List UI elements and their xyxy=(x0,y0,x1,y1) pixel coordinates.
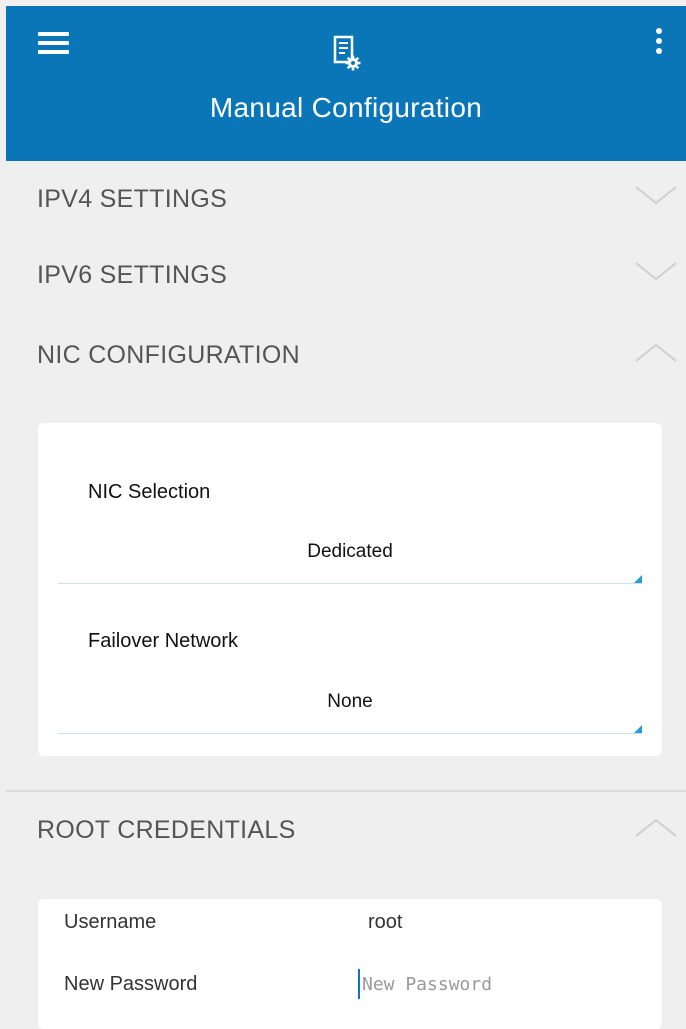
dropdown-underline xyxy=(58,733,642,734)
failover-network-label: Failover Network xyxy=(88,630,239,652)
dropdown-arrow-icon xyxy=(634,725,642,733)
failover-network-dropdown[interactable]: None xyxy=(38,673,662,734)
new-password-input[interactable] xyxy=(358,969,642,999)
document-settings-icon xyxy=(333,35,361,71)
failover-network-value: None xyxy=(327,691,373,712)
section-ipv4-header[interactable]: IPV4 SETTINGS xyxy=(6,161,686,239)
section-nic-header[interactable]: NIC CONFIGURATION xyxy=(6,313,686,393)
nic-selection-value: Dedicated xyxy=(307,541,393,562)
nic-selection-dropdown[interactable]: Dedicated xyxy=(38,523,662,584)
vertical-dots-icon[interactable] xyxy=(656,28,662,56)
chevron-up-icon[interactable] xyxy=(634,339,678,367)
chevron-down-icon[interactable] xyxy=(634,181,678,209)
new-password-label: New Password xyxy=(64,973,198,995)
credentials-card: Username root New Password xyxy=(38,899,662,1029)
section-ipv6-header[interactable]: IPV6 SETTINGS xyxy=(6,237,686,315)
app-header: Manual Configuration xyxy=(6,6,686,161)
section-root-credentials: ROOT CREDENTIALS Username root New Passw… xyxy=(6,792,686,1029)
page-title: Manual Configuration xyxy=(209,92,483,123)
section-nic-label: NIC CONFIGURATION xyxy=(37,341,300,369)
nic-card: NIC Selection Dedicated Failover Network… xyxy=(38,423,662,756)
username-label: Username xyxy=(64,911,157,933)
dropdown-underline xyxy=(58,583,642,584)
hamburger-menu-icon[interactable] xyxy=(38,32,69,54)
nic-selection-label: NIC Selection xyxy=(88,481,211,503)
section-ipv4[interactable]: IPV4 SETTINGS xyxy=(6,161,686,239)
section-root-label: ROOT CREDENTIALS xyxy=(37,816,296,844)
username-value: root xyxy=(368,911,403,933)
section-ipv4-label: IPV4 SETTINGS xyxy=(37,185,228,213)
chevron-down-icon[interactable] xyxy=(634,257,678,285)
section-nic: NIC CONFIGURATION NIC Selection Dedicate… xyxy=(6,313,686,792)
section-root-header[interactable]: ROOT CREDENTIALS xyxy=(6,792,686,872)
dropdown-arrow-icon xyxy=(634,575,642,583)
section-ipv6-label: IPV6 SETTINGS xyxy=(37,261,228,289)
chevron-up-icon[interactable] xyxy=(634,814,678,842)
section-ipv6[interactable]: IPV6 SETTINGS xyxy=(6,237,686,315)
